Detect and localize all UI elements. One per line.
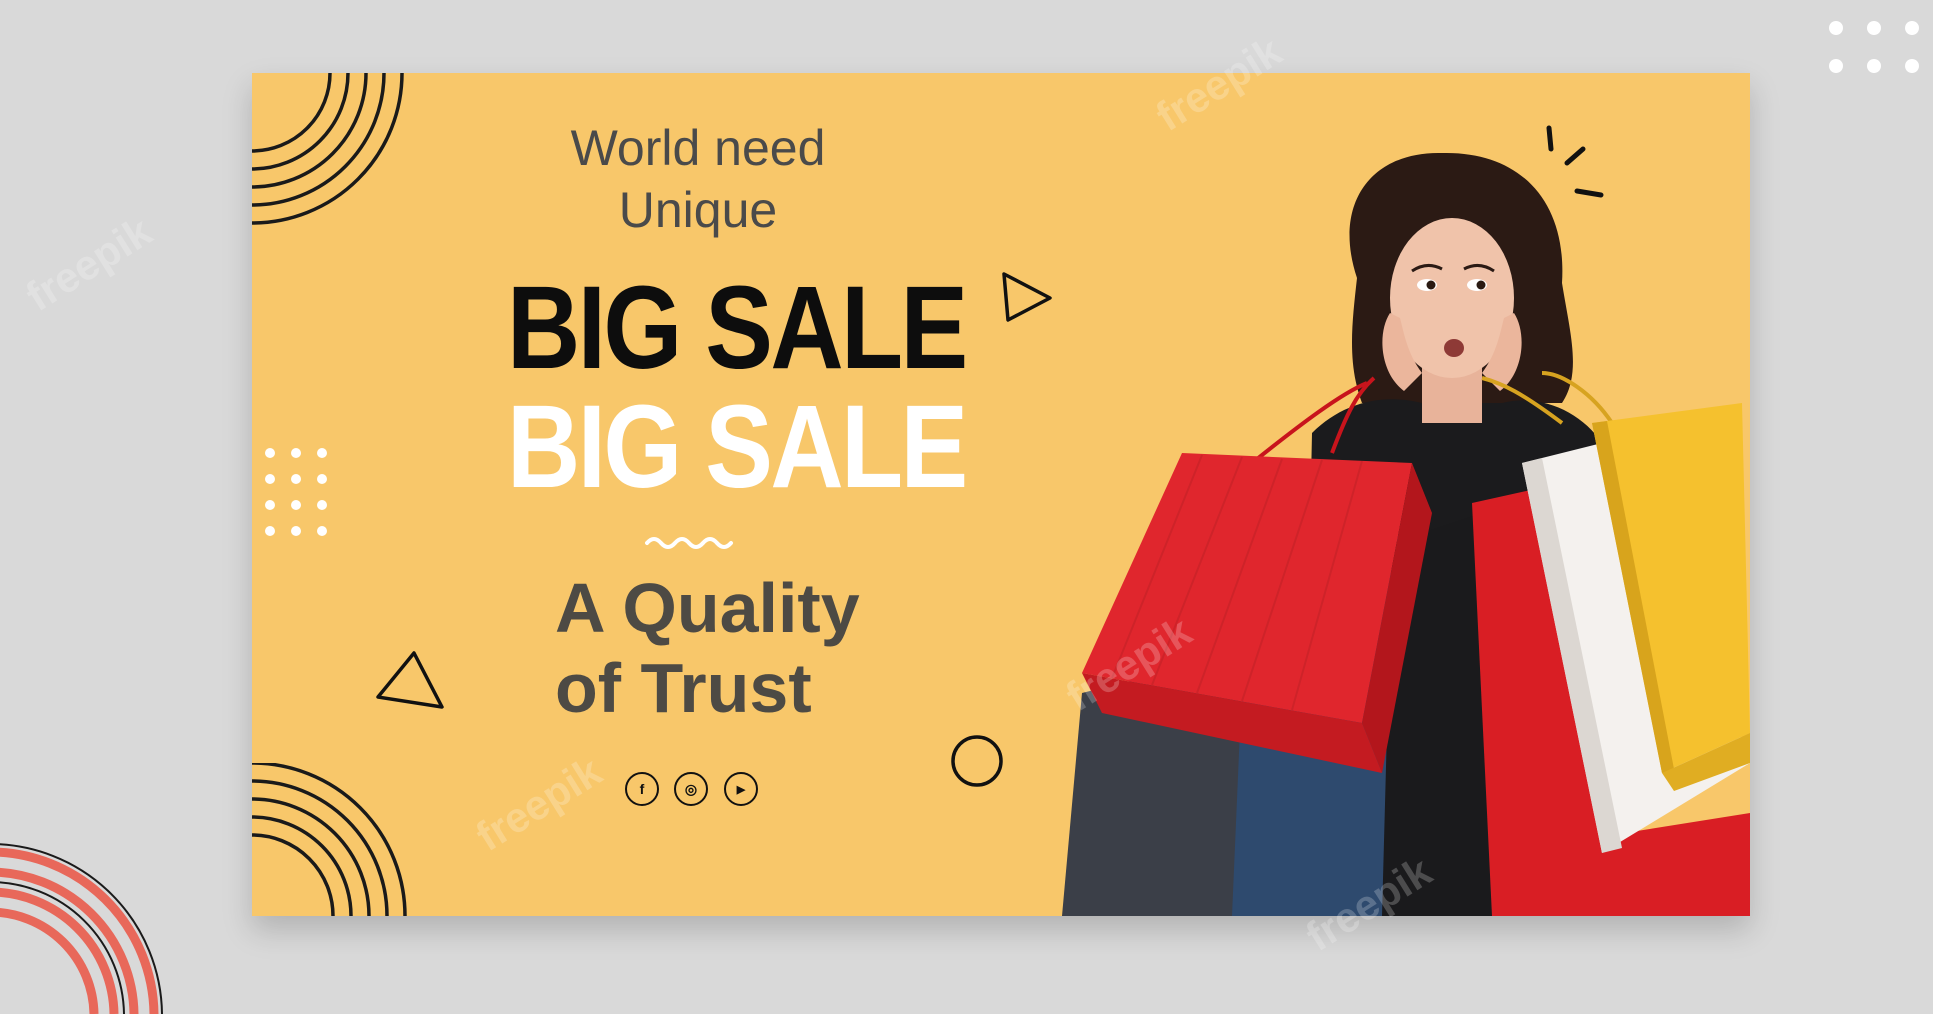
woman-with-shopping-bags-image: [1062, 152, 1750, 916]
headline-big-sale-light: BIG SALE: [507, 381, 968, 513]
headline-big-sale-dark: BIG SALE: [507, 262, 968, 394]
tagline-line-2: Unique: [618, 182, 778, 238]
youtube-glyph: ▶: [736, 783, 746, 796]
arc-decoration-bottom-left: [252, 763, 407, 916]
youtube-icon[interactable]: ▶: [724, 772, 758, 806]
facebook-glyph: f: [639, 781, 645, 797]
sale-banner: World need Unique BIG SALE BIG SALE A Qu…: [252, 73, 1750, 916]
dot-grid-decoration: [265, 448, 327, 536]
quality-line-1: A Quality: [555, 569, 860, 647]
wavy-divider: [645, 537, 733, 549]
triangle-outline-icon: [376, 651, 444, 709]
tagline-line-1: World need: [570, 120, 826, 176]
page-decoration-coral-arcs: [0, 843, 163, 1014]
instagram-glyph: ◎: [684, 780, 698, 797]
page-decoration-dots: [1829, 21, 1919, 73]
instagram-icon[interactable]: ◎: [674, 772, 708, 806]
quality-line-2: of Trust: [555, 649, 812, 727]
arc-decoration-top-left: [252, 73, 404, 225]
circle-outline-icon: [951, 735, 1003, 787]
facebook-icon[interactable]: f: [625, 772, 659, 806]
watermark-text: freepik: [17, 207, 160, 320]
